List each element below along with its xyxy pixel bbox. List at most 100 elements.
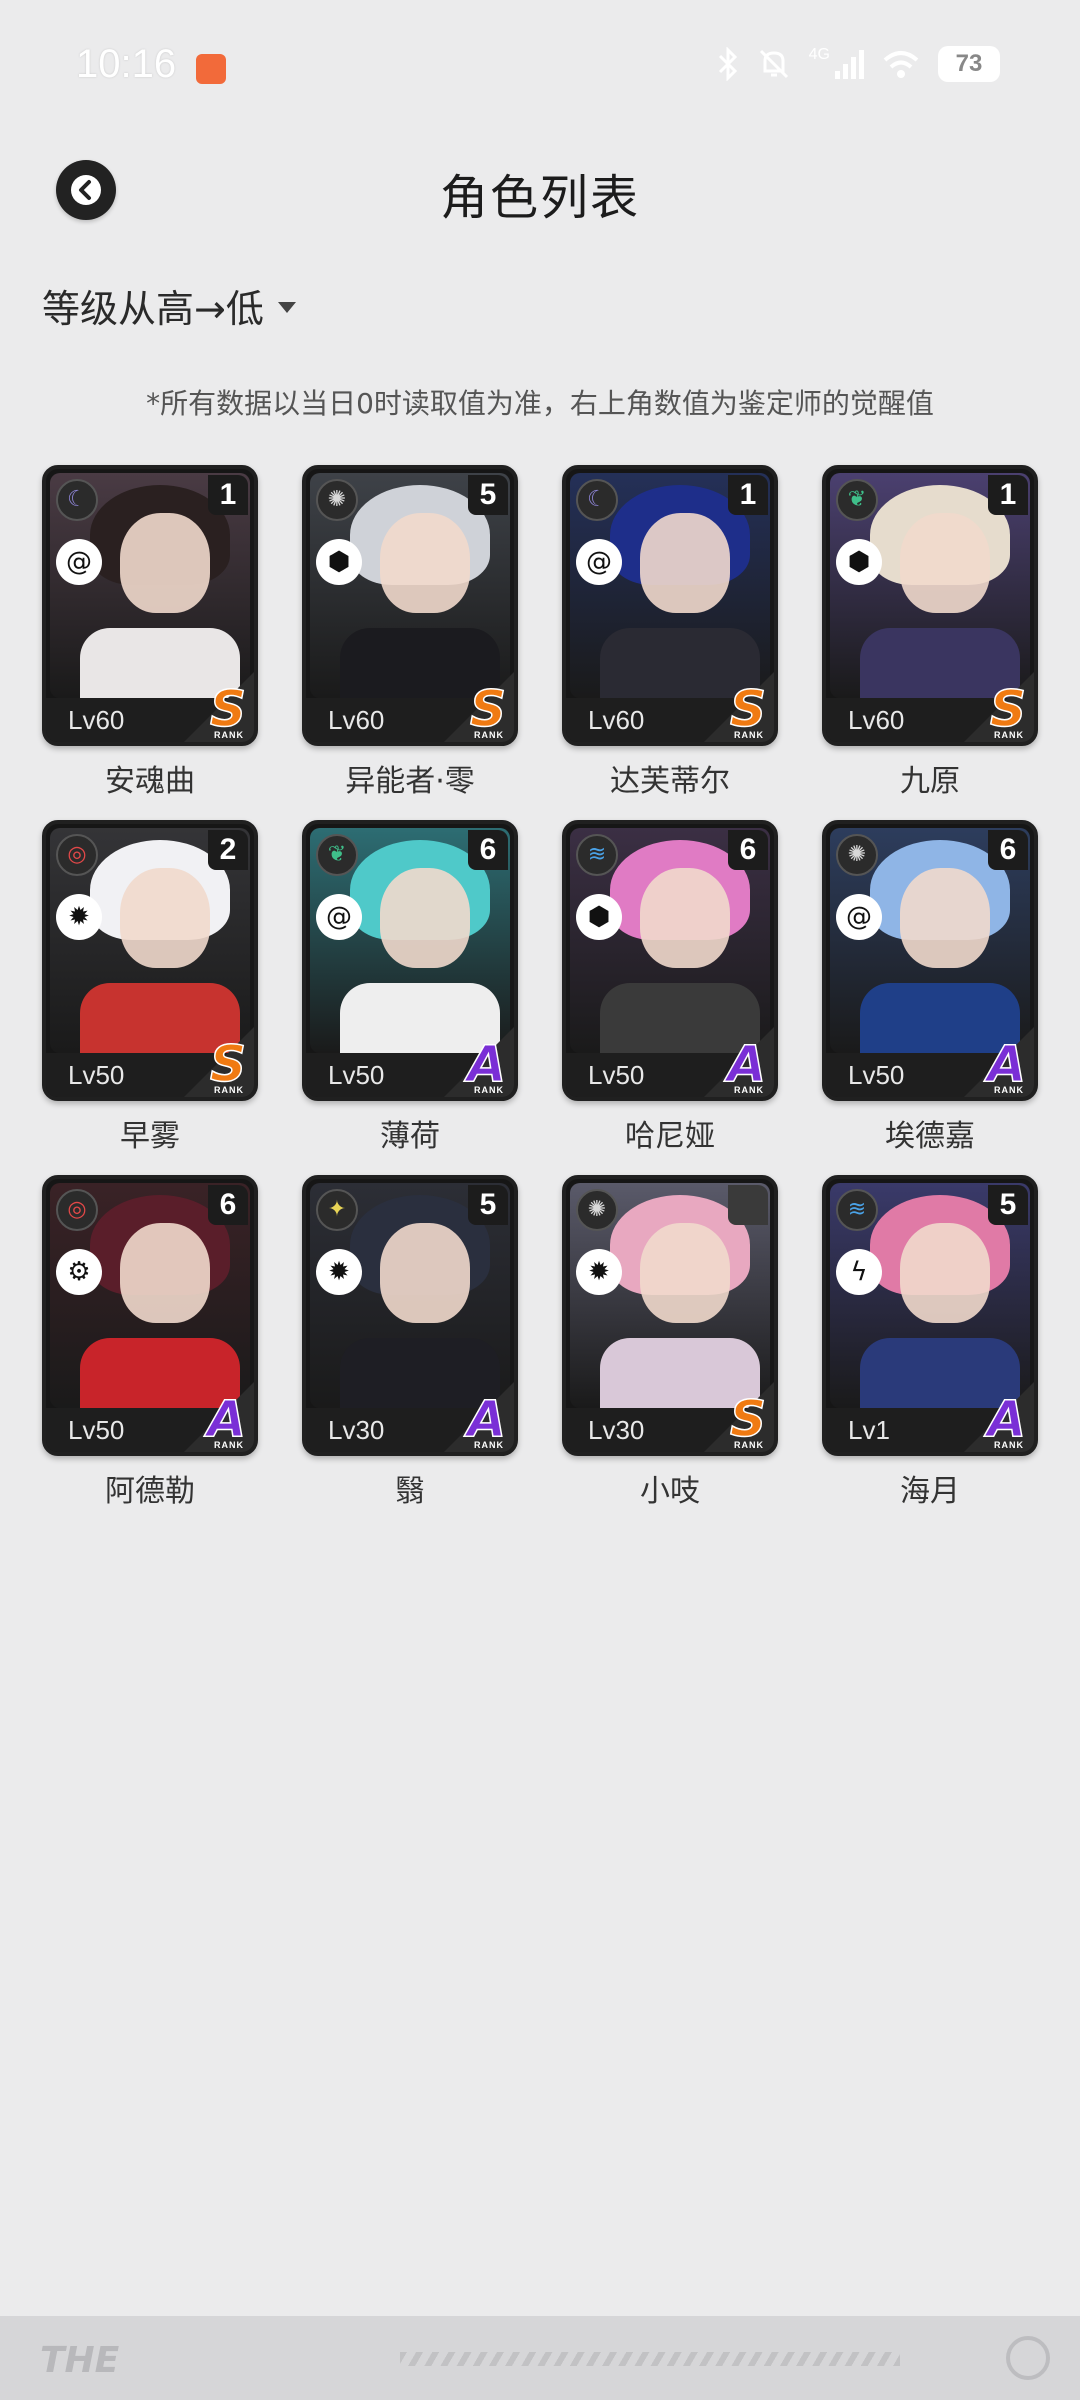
character-level: Lv1: [848, 1415, 890, 1445]
rank-badge: S: [209, 680, 247, 738]
character-level: Lv50: [848, 1060, 905, 1090]
portrait-face: [380, 513, 470, 613]
character-level: Lv60: [68, 705, 125, 735]
character-card[interactable]: ◎ ⚙ 6 Lv50 A RANK: [42, 1175, 258, 1456]
character-name: 小吱: [640, 1474, 700, 1509]
character-card[interactable]: ✦ ✹ 5 Lv30 A RANK: [302, 1175, 518, 1456]
character-card[interactable]: ❦ @ 6 Lv50 A RANK: [302, 820, 518, 1101]
character-level: Lv60: [328, 705, 385, 735]
character-level: Lv60: [588, 705, 645, 735]
character-name: 阿德勒: [105, 1474, 195, 1509]
character-level: Lv50: [68, 1060, 125, 1090]
awakening-value: 5: [468, 1185, 508, 1225]
awakening-value: 5: [468, 475, 508, 515]
rank-badge: A: [467, 1035, 507, 1093]
sort-label: 等级从高→低: [42, 287, 264, 331]
awakening-value: 6: [988, 830, 1028, 870]
character-level: Lv30: [328, 1415, 385, 1445]
character-name: 海月: [900, 1474, 960, 1509]
bolt-icon: ϟ: [836, 1249, 882, 1295]
character-cell[interactable]: ☾ @ 1 Lv60 S RANK 安魂曲: [42, 465, 258, 800]
moon-icon: ☾: [56, 479, 98, 521]
character-name: 异能者·零: [345, 764, 475, 799]
awakening-value: 2: [208, 830, 248, 870]
gear-icon: ⚙: [56, 1249, 102, 1295]
spiral-icon: @: [576, 539, 622, 585]
character-cell[interactable]: ✺ ⬢ 5 Lv60 S RANK 异能者·零: [302, 465, 518, 800]
awakening-value: 1: [728, 475, 768, 515]
rank-label: RANK: [994, 1085, 1024, 1095]
character-level: Lv50: [328, 1060, 385, 1090]
character-card[interactable]: ≋ ϟ 5 Lv1 A RANK: [822, 1175, 1038, 1456]
caret-down-icon: [277, 302, 296, 313]
target-icon: ◎: [56, 834, 98, 876]
rank-label: RANK: [734, 1085, 764, 1095]
character-name: 哈尼娅: [625, 1119, 715, 1154]
character-card[interactable]: ✺ @ 6 Lv50 A RANK: [822, 820, 1038, 1101]
rank-badge: S: [209, 1035, 247, 1093]
character-cell[interactable]: ◎ ⚙ 6 Lv50 A RANK 阿德勒: [42, 1175, 258, 1510]
character-card[interactable]: ✺ ⬢ 5 Lv60 S RANK: [302, 465, 518, 746]
wifi-icon: [883, 51, 919, 78]
spiral-icon: @: [56, 539, 102, 585]
character-name: 薄荷: [380, 1119, 440, 1154]
character-level: Lv30: [588, 1415, 645, 1445]
rank-label: RANK: [214, 1085, 244, 1095]
character-card[interactable]: ◎ ✹ 2 Lv50 S RANK: [42, 820, 258, 1101]
character-cell[interactable]: ◎ ✹ 2 Lv50 S RANK 早雾: [42, 820, 258, 1155]
cube-icon: ⬢: [576, 894, 622, 940]
bottom-logo: THE: [40, 2340, 120, 2381]
leaf-icon: ❦: [836, 479, 878, 521]
rank-label: RANK: [474, 730, 504, 740]
spiral-icon: @: [836, 894, 882, 940]
character-level: Lv50: [588, 1060, 645, 1090]
character-cell[interactable]: ✺ @ 6 Lv50 A RANK 埃德嘉: [822, 820, 1038, 1155]
mute-icon: [759, 49, 788, 79]
network-type: 4G: [808, 46, 830, 63]
character-card[interactable]: ☾ @ 1 Lv60 S RANK: [42, 465, 258, 746]
character-cell[interactable]: ❦ ⬢ 1 Lv60 S RANK 九原: [822, 465, 1038, 800]
portrait-face: [900, 513, 990, 613]
status-icons: 4G 73: [717, 44, 1000, 84]
awakening-value: 6: [208, 1185, 248, 1225]
character-card[interactable]: ✺ ✹ Lv30 S RANK: [562, 1175, 778, 1456]
character-card[interactable]: ≋ ⬢ 6 Lv50 A RANK: [562, 820, 778, 1101]
rank-label: RANK: [994, 1440, 1024, 1450]
portrait-face: [640, 1223, 730, 1323]
status-time: 10:16: [76, 42, 177, 86]
spiral-icon: @: [316, 894, 362, 940]
character-cell[interactable]: ❦ @ 6 Lv50 A RANK 薄荷: [302, 820, 518, 1155]
character-cell[interactable]: ☾ @ 1 Lv60 S RANK 达芙蒂尔: [562, 465, 778, 800]
target-icon: ◎: [56, 1189, 98, 1231]
rank-label: RANK: [734, 730, 764, 740]
portrait-face: [120, 513, 210, 613]
battery-indicator: 73: [938, 46, 1000, 82]
character-cell[interactable]: ✺ ✹ Lv30 S RANK 小吱: [562, 1175, 778, 1510]
character-name: 九原: [900, 764, 960, 799]
awakening-value: [728, 1185, 768, 1225]
rank-label: RANK: [994, 730, 1024, 740]
character-cell[interactable]: ≋ ⬢ 6 Lv50 A RANK 哈尼娅: [562, 820, 778, 1155]
portrait-face: [640, 868, 730, 968]
character-name: 早雾: [120, 1119, 180, 1154]
character-name: 翳: [395, 1474, 425, 1509]
wave-icon: ≋: [836, 1189, 878, 1231]
bottom-decoration: [400, 2352, 900, 2366]
star-icon: ✦: [316, 1189, 358, 1231]
character-name: 埃德嘉: [885, 1119, 975, 1154]
cube-icon: ⬢: [836, 539, 882, 585]
rank-badge: S: [729, 1390, 767, 1448]
awakening-value: 1: [208, 475, 248, 515]
rank-label: RANK: [474, 1440, 504, 1450]
character-card[interactable]: ❦ ⬢ 1 Lv60 S RANK: [822, 465, 1038, 746]
leaf-icon: ❦: [316, 834, 358, 876]
portrait-face: [900, 868, 990, 968]
cube-icon: ⬢: [316, 539, 362, 585]
character-card[interactable]: ☾ @ 1 Lv60 S RANK: [562, 465, 778, 746]
character-cell[interactable]: ✦ ✹ 5 Lv30 A RANK 翳: [302, 1175, 518, 1510]
character-cell[interactable]: ≋ ϟ 5 Lv1 A RANK 海月: [822, 1175, 1038, 1510]
sort-dropdown[interactable]: 等级从高→低: [42, 278, 296, 333]
awakening-value: 5: [988, 1185, 1028, 1225]
rank-label: RANK: [214, 730, 244, 740]
rank-badge: S: [729, 680, 767, 738]
